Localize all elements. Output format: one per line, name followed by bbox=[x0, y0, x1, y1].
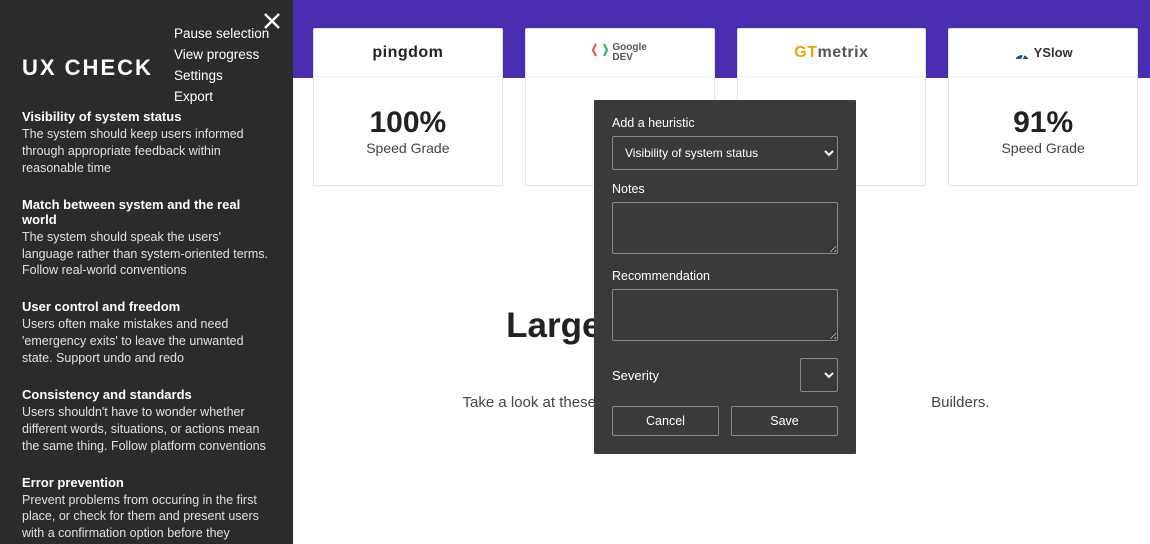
severity-label: Severity bbox=[612, 368, 659, 383]
heuristic-title: Visibility of system status bbox=[22, 109, 271, 124]
modal-title: Add a heuristic bbox=[612, 116, 838, 130]
yslow-logo: YSlow bbox=[949, 29, 1137, 77]
speed-score: 91% bbox=[1013, 106, 1073, 140]
heuristics-list: Visibility of system status The system s… bbox=[22, 109, 271, 544]
pingdom-logo: pingdom bbox=[314, 29, 502, 77]
recommendation-label: Recommendation bbox=[612, 269, 838, 283]
heuristic-desc: Prevent problems from occuring in the fi… bbox=[22, 492, 271, 544]
heuristic-desc: The system should keep users informed th… bbox=[22, 126, 271, 177]
menu-view-progress[interactable]: View progress bbox=[174, 47, 269, 62]
notes-label: Notes bbox=[612, 182, 838, 196]
save-button[interactable]: Save bbox=[731, 406, 838, 436]
heuristic-desc: The system should speak the users' langu… bbox=[22, 229, 271, 280]
add-heuristic-modal: Add a heuristic Visibility of system sta… bbox=[594, 100, 856, 454]
heuristic-title: User control and freedom bbox=[22, 299, 271, 314]
heuristic-item[interactable]: Consistency and standards Users shouldn'… bbox=[22, 387, 271, 455]
heuristic-item[interactable]: Error prevention Prevent problems from o… bbox=[22, 475, 271, 544]
speed-label: Speed Grade bbox=[1001, 140, 1084, 156]
heuristic-desc: Users often make mistakes and need 'emer… bbox=[22, 316, 271, 367]
menu-settings[interactable]: Settings bbox=[174, 68, 269, 83]
menu-export[interactable]: Export bbox=[174, 89, 269, 104]
heuristic-select[interactable]: Visibility of system status bbox=[612, 136, 838, 170]
speed-card-pingdom: pingdom 100% Speed Grade bbox=[313, 28, 503, 186]
gtmetrix-logo: GTmetrix bbox=[738, 29, 926, 77]
heuristic-title: Error prevention bbox=[22, 475, 271, 490]
speed-card-yslow: YSlow 91% Speed Grade bbox=[948, 28, 1138, 186]
severity-select[interactable]: 0 bbox=[800, 358, 838, 392]
heuristic-item[interactable]: Visibility of system status The system s… bbox=[22, 109, 271, 177]
heuristic-title: Consistency and standards bbox=[22, 387, 271, 402]
speed-score: 100% bbox=[370, 106, 447, 140]
menu-pause-selection[interactable]: Pause selection bbox=[174, 26, 269, 41]
notes-input[interactable] bbox=[612, 202, 838, 254]
cancel-button[interactable]: Cancel bbox=[612, 406, 719, 436]
sidebar-menu: Pause selection View progress Settings E… bbox=[174, 26, 269, 104]
recommendation-input[interactable] bbox=[612, 289, 838, 341]
ux-check-sidebar: Pause selection View progress Settings E… bbox=[0, 0, 293, 544]
speed-label: Speed Grade bbox=[366, 140, 449, 156]
heuristic-desc: Users shouldn't have to wonder whether d… bbox=[22, 404, 271, 455]
heuristic-item[interactable]: Match between system and the real world … bbox=[22, 197, 271, 280]
heuristic-title: Match between system and the real world bbox=[22, 197, 271, 227]
heuristic-item[interactable]: User control and freedom Users often mak… bbox=[22, 299, 271, 367]
googledev-logo: GoogleDEV bbox=[526, 29, 714, 77]
